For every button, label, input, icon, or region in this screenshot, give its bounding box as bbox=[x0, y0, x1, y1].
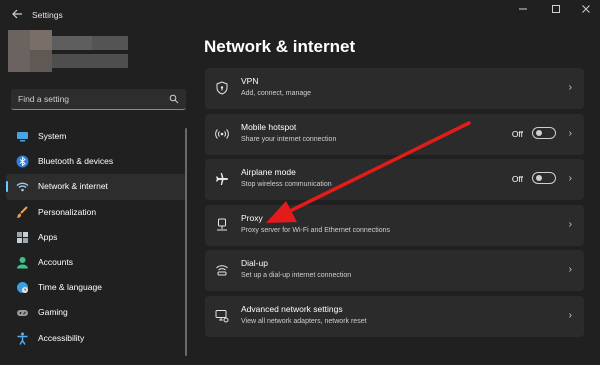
dialup-icon bbox=[216, 265, 228, 276]
chevron-right-icon: › bbox=[568, 264, 572, 275]
minimize-icon bbox=[519, 8, 527, 10]
card-subtitle: Share your internet connection bbox=[241, 135, 337, 143]
bluetooth-icon bbox=[16, 155, 29, 168]
user-profile-blurred bbox=[8, 30, 128, 72]
sidebar-item-gaming[interactable]: Gaming bbox=[6, 300, 186, 325]
search-icon[interactable] bbox=[169, 94, 179, 104]
card-title: Mobile hotspot bbox=[241, 121, 297, 132]
card-title: Advanced network settings bbox=[241, 303, 343, 314]
sidebar-item-label: Personalization bbox=[38, 206, 97, 217]
sidebar-item-personalization[interactable]: Personalization bbox=[6, 200, 186, 225]
card-title: Proxy bbox=[241, 212, 263, 223]
sidebar-item-accounts[interactable]: Accounts bbox=[6, 250, 186, 275]
card-title: Dial-up bbox=[241, 258, 268, 268]
mobile-hotspot-card[interactable]: Mobile hotspot Share your internet conne… bbox=[205, 113, 584, 155]
sidebar-item-label: Time & language bbox=[38, 282, 102, 293]
back-button[interactable] bbox=[8, 7, 26, 25]
search-box[interactable]: Find a setting bbox=[11, 89, 186, 110]
advanced-network-settings-card[interactable]: Advanced network settings View all netwo… bbox=[205, 295, 584, 337]
airplane-mode-toggle[interactable] bbox=[532, 172, 556, 184]
sidebar-item-system[interactable]: System bbox=[6, 124, 186, 149]
sidebar-item-time-language[interactable]: Time & language bbox=[6, 275, 186, 300]
toggle-knob bbox=[536, 175, 542, 181]
toggle-state-label: Off bbox=[511, 174, 523, 184]
card-subtitle: View all network adapters, network reset bbox=[241, 317, 367, 325]
app-title: Settings bbox=[32, 10, 63, 20]
toggle-knob bbox=[536, 129, 542, 136]
person-icon bbox=[17, 256, 28, 269]
sidebar-item-label: System bbox=[38, 131, 67, 141]
airplane-icon bbox=[216, 173, 228, 185]
wifi-icon bbox=[16, 182, 29, 192]
mobile-hotspot-toggle[interactable] bbox=[532, 126, 556, 139]
proxy-icon bbox=[217, 218, 227, 230]
chevron-right-icon: › bbox=[568, 173, 572, 184]
airplane-mode-card[interactable]: Airplane mode Stop wireless communicatio… bbox=[205, 159, 584, 200]
card-subtitle: Proxy server for Wi-Fi and Ethernet conn… bbox=[241, 226, 391, 234]
sidebar-item-network[interactable]: Network & internet bbox=[6, 174, 186, 200]
sidebar-item-accessibility[interactable]: Accessibility bbox=[6, 326, 186, 351]
proxy-card[interactable]: Proxy Proxy server for Wi-Fi and Etherne… bbox=[205, 204, 584, 246]
settings-list: VPN Add, connect, manage › Mobile hotspo… bbox=[205, 68, 584, 341]
maximize-button[interactable] bbox=[545, 4, 567, 18]
sidebar-item-label: Accessibility bbox=[38, 332, 85, 343]
sidebar-item-label: Accounts bbox=[38, 256, 73, 267]
sidebar-item-label: Gaming bbox=[38, 307, 68, 318]
close-button[interactable] bbox=[575, 4, 597, 18]
card-title: VPN bbox=[241, 76, 259, 86]
maximize-icon bbox=[552, 5, 560, 13]
vpn-card[interactable]: VPN Add, connect, manage › bbox=[205, 68, 584, 109]
sidebar-scrollbar[interactable] bbox=[185, 128, 187, 356]
monitor-icon bbox=[17, 132, 28, 142]
sidebar-item-apps[interactable]: Apps bbox=[6, 225, 186, 250]
title-bar: Settings bbox=[0, 0, 600, 32]
chevron-right-icon: › bbox=[568, 127, 572, 139]
gamepad-icon bbox=[17, 310, 28, 317]
card-title: Airplane mode bbox=[241, 167, 296, 177]
selection-indicator bbox=[6, 181, 8, 193]
card-subtitle: Set up a dial-up internet connection bbox=[241, 272, 352, 279]
sidebar-item-label: Network & internet bbox=[38, 181, 108, 192]
apps-icon bbox=[17, 231, 28, 243]
accessibility-icon bbox=[17, 332, 28, 345]
paintbrush-icon bbox=[17, 205, 28, 218]
chevron-right-icon: › bbox=[568, 218, 572, 230]
card-subtitle: Stop wireless communication bbox=[241, 181, 332, 188]
dial-up-card[interactable]: Dial-up Set up a dial-up internet connec… bbox=[205, 250, 584, 291]
sidebar-item-bluetooth[interactable]: Bluetooth & devices bbox=[6, 149, 186, 174]
arrow-left-icon bbox=[12, 9, 22, 19]
globe-clock-icon bbox=[17, 282, 28, 294]
network-adapter-icon bbox=[215, 309, 229, 322]
sidebar-nav: System Bluetooth & devices Network & int… bbox=[6, 124, 186, 351]
sidebar-item-label: Bluetooth & devices bbox=[38, 156, 114, 167]
card-subtitle: Add, connect, manage bbox=[241, 90, 312, 97]
chevron-right-icon: › bbox=[568, 82, 572, 93]
sidebar-item-label: Apps bbox=[38, 231, 58, 242]
minimize-button[interactable] bbox=[512, 4, 534, 18]
page-title: Network & internet bbox=[204, 37, 356, 56]
close-icon bbox=[582, 5, 590, 13]
hotspot-icon bbox=[215, 128, 229, 139]
chevron-right-icon: › bbox=[568, 309, 572, 321]
toggle-state-label: Off bbox=[511, 128, 523, 139]
shield-icon bbox=[216, 81, 228, 95]
search-input[interactable]: Find a setting bbox=[18, 94, 69, 104]
